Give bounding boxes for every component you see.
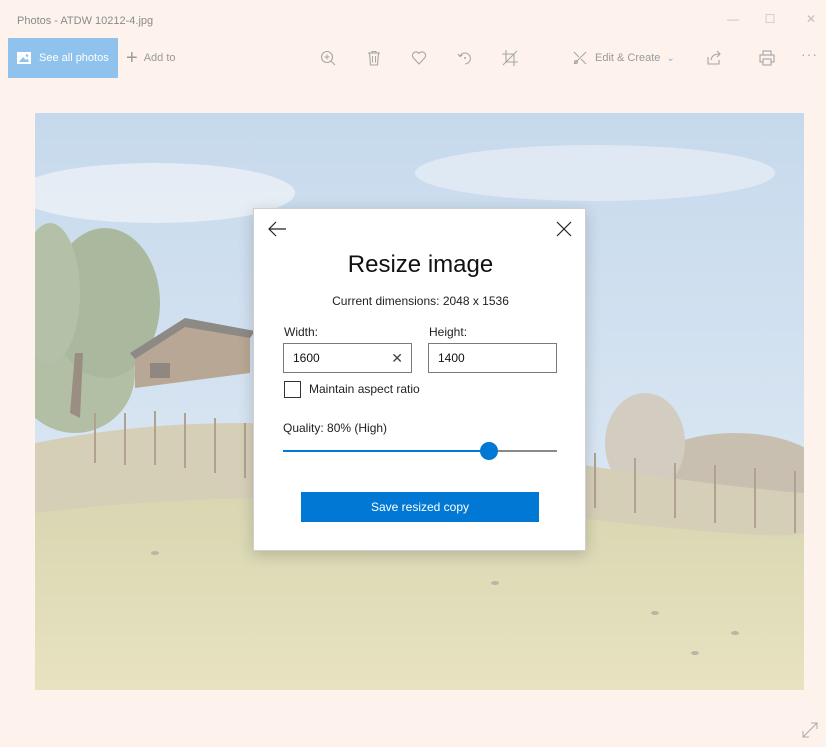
expand-icon[interactable] — [800, 720, 820, 740]
crop-icon[interactable] — [501, 49, 519, 67]
more-icon[interactable]: ··· — [801, 46, 818, 62]
edit-create-icon — [573, 51, 587, 65]
print-icon[interactable] — [758, 49, 776, 67]
share-icon[interactable] — [705, 49, 723, 67]
see-all-photos-label: See all photos — [39, 52, 109, 64]
maintain-aspect-label: Maintain aspect ratio — [309, 382, 420, 396]
slider-fill — [283, 450, 489, 452]
height-value: 1400 — [438, 351, 465, 365]
dialog-title: Resize image — [347, 251, 494, 278]
maximize-icon[interactable]: ☐ — [760, 12, 780, 26]
chevron-down-icon: ⌄ — [666, 52, 675, 64]
add-to-label: Add to — [143, 52, 176, 64]
edit-create-label: Edit & Create — [595, 52, 661, 64]
height-field[interactable]: 1400 — [428, 343, 557, 373]
height-label: Height: — [429, 325, 468, 339]
title-bar: Photos - ATDW 10212-4.jpg — ☐ ✕ — [0, 0, 826, 38]
resize-dialog: Resize image Current dimensions: 2048 x … — [253, 208, 586, 551]
save-resized-copy-button[interactable]: Save resized copy — [301, 492, 539, 522]
close-window-icon[interactable]: ✕ — [801, 12, 821, 26]
close-icon[interactable] — [555, 220, 573, 238]
quality-label: Quality: 80% (High) — [283, 421, 388, 435]
edit-create-button[interactable]: Edit & Create ⌄ — [572, 38, 675, 78]
clear-icon[interactable]: ✕ — [391, 350, 403, 367]
window-title: Photos - ATDW 10212-4.jpg — [17, 15, 154, 27]
zoom-in-icon[interactable] — [319, 49, 337, 67]
width-label: Width: — [284, 325, 319, 339]
slider-thumb[interactable] — [480, 442, 498, 460]
width-value: 1600 — [293, 351, 320, 365]
maintain-aspect-checkbox[interactable] — [284, 381, 301, 398]
delete-icon[interactable] — [365, 49, 383, 67]
back-arrow-icon[interactable] — [266, 219, 288, 239]
see-all-photos-button[interactable]: See all photos — [8, 38, 118, 78]
rotate-icon[interactable] — [456, 49, 474, 67]
heart-icon[interactable] — [410, 49, 428, 67]
current-dimensions: Current dimensions: 2048 x 1536 — [332, 294, 509, 308]
toolbar: See all photos + Add to Edit & Create ⌄ … — [0, 38, 826, 80]
photos-icon — [17, 52, 31, 64]
width-field[interactable]: 1600 ✕ — [283, 343, 412, 373]
quality-slider[interactable] — [283, 441, 557, 461]
plus-icon: + — [126, 47, 138, 69]
add-to-button[interactable]: + Add to — [126, 38, 176, 78]
minimize-icon[interactable]: — — [723, 12, 743, 26]
